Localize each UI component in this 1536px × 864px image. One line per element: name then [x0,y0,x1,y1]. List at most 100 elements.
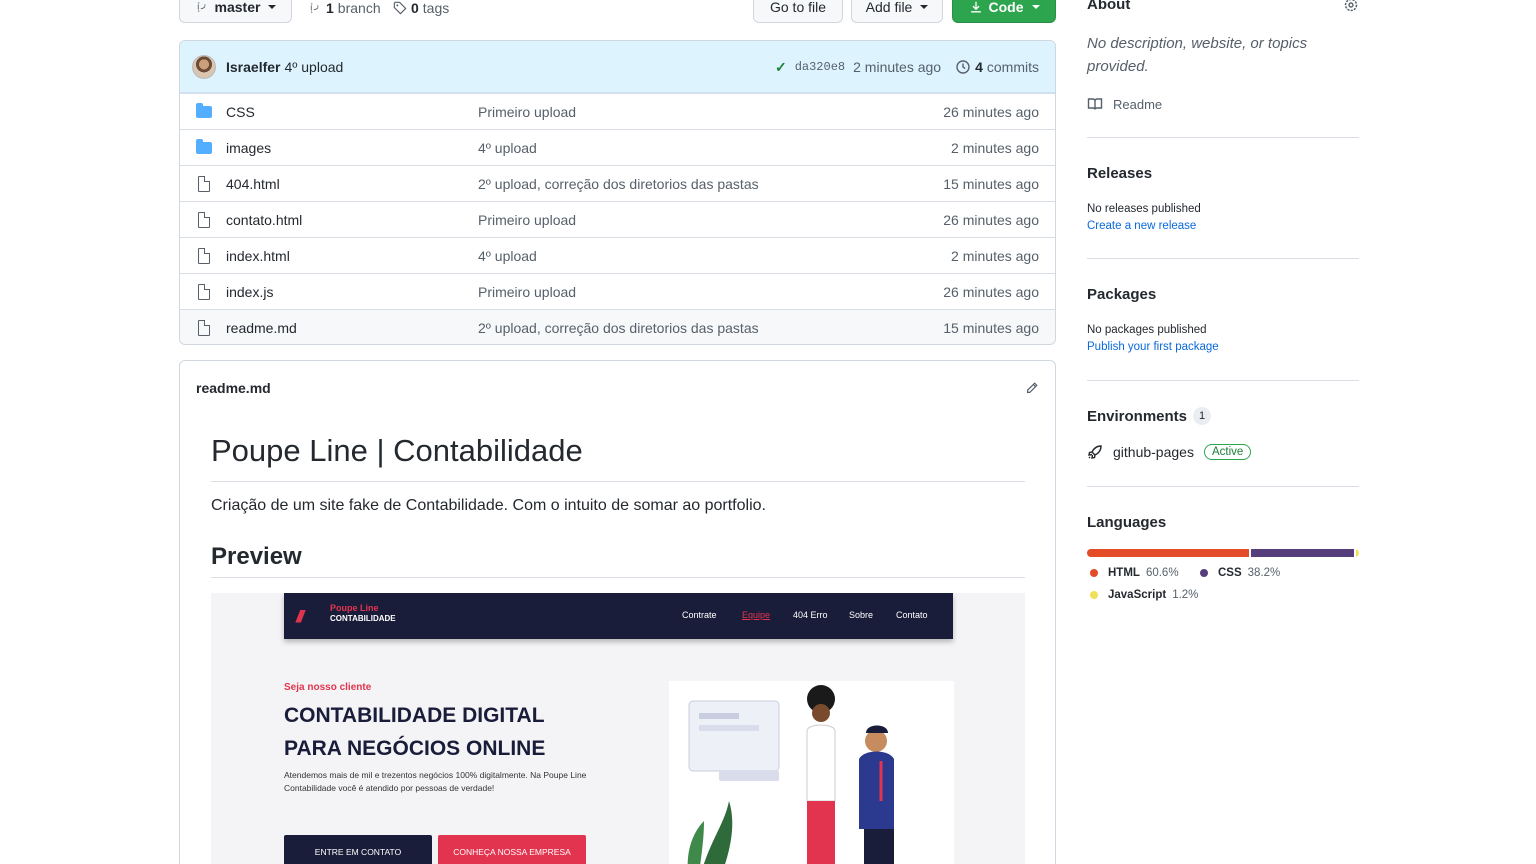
environments-count: 1 [1193,407,1212,425]
file-icon [198,320,210,336]
book-icon [1087,98,1103,110]
branch-selector-label: master [214,0,261,15]
commit-time: 2 minutes ago [853,59,942,75]
preview-contact-button: ENTRE EM CONTATO [284,835,432,864]
file-age: 2 minutes ago [951,247,1039,264]
chevron-down-icon [1031,5,1040,9]
folder-icon [196,103,212,118]
language-css[interactable]: CSS 38.2% [1200,567,1280,579]
file-commit-message[interactable]: Primeiro upload [478,212,576,228]
commit-sha[interactable]: da320e8 [795,60,845,74]
file-row[interactable]: readme.md 2º upload, correção dos direto… [180,309,1055,344]
pencil-icon[interactable] [1025,381,1039,395]
file-name[interactable]: contato.html [226,212,302,228]
packages-empty: No packages published [1087,324,1207,336]
languages-title: Languages [1087,514,1167,531]
packages-title[interactable]: Packages [1087,286,1359,303]
branch-count: 1 [326,0,334,16]
readme-paragraph: Criação de um site fake de Contabilidade… [211,497,766,514]
commit-count-label: commits [986,59,1039,75]
preview-menu-item: 404 Erro [793,610,828,620]
file-name[interactable]: 404.html [226,176,280,192]
file-age: 26 minutes ago [943,103,1039,120]
file-age: 26 minutes ago [943,211,1039,228]
releases-title[interactable]: Releases [1087,165,1359,182]
branch-label: branch [337,0,381,16]
file-icon [198,212,210,228]
language-bar [1087,549,1359,557]
preview-image: /// Poupe Line CONTABILIDADE Contrate Eq… [211,593,1025,864]
divider [1087,486,1359,487]
divider [1087,380,1359,381]
file-browser: Israelfer 4º upload ✓ da320e8 2 minutes … [179,40,1056,345]
rocket-icon [1088,445,1102,459]
file-name[interactable]: index.html [226,248,290,264]
file-row[interactable]: index.html 4º upload 2 minutes ago [180,237,1055,273]
download-icon [970,1,981,13]
file-row[interactable]: CSS Primeiro upload 26 minutes ago [180,93,1055,129]
add-file-button[interactable]: Add file [851,0,943,23]
file-commit-message[interactable]: Primeiro upload [478,104,576,120]
commit-count: 4 [975,59,983,75]
readme-link[interactable]: Readme [1087,96,1359,112]
environments-header[interactable]: Environments 1 [1087,407,1359,425]
people-illustration-icon [687,685,894,864]
readme-title: Poupe Line | Contabilidade [211,433,1025,482]
file-name[interactable]: images [226,140,271,156]
preview-menu-item: Sobre [849,610,874,620]
javascript-dot-icon [1090,591,1098,599]
gear-icon[interactable] [1343,0,1359,13]
language-name: JavaScript [1108,589,1167,601]
folder-icon [196,139,212,154]
tag-icon [393,1,407,15]
preview-company-button: CONHEÇA NOSSA EMPRESA [438,835,586,864]
language-percent: 60.6% [1145,567,1179,579]
file-commit-message[interactable]: Primeiro upload [478,284,576,300]
file-name[interactable]: readme.md [226,320,297,336]
preview-eyebrow: Seja nosso cliente [284,682,372,693]
history-icon [956,60,970,74]
chevron-down-icon [920,5,929,9]
publish-package-link[interactable]: Publish your first package [1087,341,1359,353]
file-name[interactable]: index.js [226,284,273,300]
file-row[interactable]: index.js Primeiro upload 26 minutes ago [180,273,1055,309]
file-row[interactable]: contato.html Primeiro upload 26 minutes … [180,201,1055,237]
commits-link[interactable]: 4 commits [955,59,1039,75]
about-description: No description, website, or topics provi… [1087,35,1308,75]
file-icon [198,176,210,192]
commit-author[interactable]: Israelfer [226,59,280,75]
file-row[interactable]: images 4º upload 2 minutes ago [180,129,1055,165]
preview-brand-top: Poupe Line [330,603,379,613]
preview-illustration [669,681,954,864]
file-name[interactable]: CSS [226,104,255,120]
file-row[interactable]: 404.html 2º upload, correção dos diretor… [180,165,1055,201]
commit-message[interactable]: 4º upload [284,59,343,75]
preview-description: Atendemos mais de mil e trezentos negóci… [284,770,587,793]
readme-filename[interactable]: readme.md [196,380,271,396]
file-age: 15 minutes ago [943,175,1039,192]
file-commit-message[interactable]: 2º upload, correção dos diretorios das p… [478,320,759,336]
go-to-file-button[interactable]: Go to file [753,0,843,23]
branches-link[interactable]: 1 branch [308,0,381,16]
tag-count: 0 [411,0,419,16]
check-icon[interactable]: ✓ [775,59,787,76]
tags-link[interactable]: 0 tags [393,0,449,16]
environment-item[interactable]: github-pages Active [1087,444,1359,460]
create-release-link[interactable]: Create a new release [1087,220,1359,232]
readme-subtitle: Preview [211,543,1025,578]
language-bar-segment [1251,549,1354,557]
environments-title: Environments [1087,407,1188,425]
branch-selector[interactable]: master [179,0,292,23]
file-commit-message[interactable]: 4º upload [478,248,537,264]
preview-menu-item: Contrate [682,610,717,620]
file-commit-message[interactable]: 2º upload, correção dos diretorios das p… [478,176,759,192]
code-button[interactable]: Code [952,0,1056,23]
file-commit-message[interactable]: 4º upload [478,140,537,156]
environment-name[interactable]: github-pages [1113,444,1194,460]
logo-mark-icon: /// [296,607,304,626]
language-javascript[interactable]: JavaScript 1.2% [1090,589,1198,601]
avatar[interactable] [192,54,216,79]
code-label: Code [988,0,1024,15]
file-icon [198,248,210,264]
language-html[interactable]: HTML 60.6% [1090,567,1179,579]
